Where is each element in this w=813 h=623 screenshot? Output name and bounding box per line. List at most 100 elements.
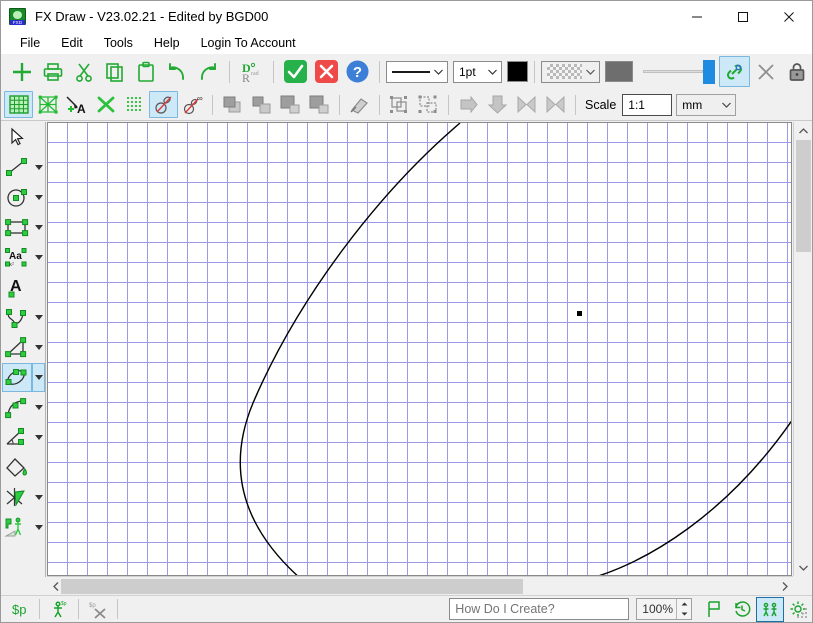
link-styles-icon[interactable] (719, 56, 750, 87)
menu-file[interactable]: File (10, 34, 50, 52)
fill-pattern-select[interactable] (541, 60, 601, 83)
flag-icon[interactable] (700, 597, 728, 622)
new-icon[interactable] (6, 56, 37, 87)
menu-tools[interactable]: Tools (94, 34, 143, 52)
send-to-back-icon[interactable] (305, 91, 334, 118)
help-icon[interactable]: ? (342, 56, 373, 87)
scale-figure-tool[interactable] (2, 512, 45, 542)
units-select[interactable]: mm (676, 93, 737, 116)
bring-forward-icon[interactable] (247, 91, 276, 118)
flip-horizontal-icon[interactable] (512, 91, 541, 118)
ellipse-tool-dropdown[interactable] (32, 362, 45, 392)
people-icon[interactable] (756, 596, 784, 622)
arc-tool-dropdown[interactable] (32, 393, 45, 422)
zoom-control[interactable]: 100% (636, 598, 692, 620)
undo-icon[interactable] (161, 56, 192, 87)
paste-icon[interactable] (130, 56, 161, 87)
zoom-stepper[interactable] (676, 599, 691, 619)
text-box-icon[interactable]: Aa x² (2, 243, 32, 272)
parameter-link-icon[interactable]: $p (45, 597, 73, 622)
line-tool[interactable] (2, 152, 45, 182)
align-bottom-icon[interactable] (483, 91, 512, 118)
grid-icon[interactable] (4, 91, 33, 118)
cancel-icon[interactable] (311, 56, 342, 87)
paint-bucket-icon[interactable] (2, 453, 32, 482)
curve-tool-dropdown[interactable] (32, 303, 45, 332)
textbox-tool[interactable]: Aa x² (2, 242, 45, 272)
chevron-down-icon[interactable] (794, 559, 812, 576)
degrees-radians-icon[interactable]: D R rad (236, 56, 267, 87)
redo-icon[interactable] (192, 56, 223, 87)
text-tool[interactable]: A (2, 272, 45, 302)
chevron-right-icon[interactable] (776, 577, 793, 595)
align-right-icon[interactable] (454, 91, 483, 118)
vertical-scrollbar[interactable] (793, 122, 812, 576)
delete-icon[interactable] (91, 91, 120, 118)
scale-figure-icon[interactable] (2, 513, 32, 542)
parameter-icon[interactable]: $p (6, 597, 34, 622)
text-icon[interactable]: A (2, 273, 32, 302)
add-label-icon[interactable]: A (62, 91, 91, 118)
spin-up-icon[interactable] (677, 599, 691, 609)
construction-tool[interactable] (2, 482, 45, 512)
scale-input[interactable]: 1:1 (622, 93, 673, 116)
vertical-scrollbar-thumb[interactable] (796, 140, 811, 252)
minimize-icon[interactable] (674, 1, 720, 32)
construction-icon[interactable] (2, 483, 32, 512)
angle-tool-dropdown[interactable] (32, 423, 45, 452)
parameter-clear-icon[interactable]: $p (84, 597, 112, 622)
point-marker[interactable] (577, 311, 582, 316)
fill-color-swatch[interactable] (605, 61, 634, 82)
format-painter-icon[interactable] (345, 91, 374, 118)
polygon-tool-dropdown[interactable] (32, 333, 45, 362)
ellipse-tool[interactable] (2, 362, 45, 392)
construction-tool-dropdown[interactable] (32, 483, 45, 512)
close-icon[interactable] (766, 1, 812, 32)
unlink-styles-icon[interactable] (750, 56, 781, 87)
horizontal-scrollbar[interactable] (47, 576, 793, 595)
send-backward-icon[interactable] (276, 91, 305, 118)
arc-large-left[interactable] (239, 123, 461, 576)
circle-tool-dropdown[interactable] (32, 183, 45, 212)
ellipse-icon[interactable] (2, 362, 32, 392)
snap-infinite-icon[interactable]: ∞ (178, 91, 207, 118)
angle-tool[interactable] (2, 422, 45, 452)
copy-icon[interactable] (99, 56, 130, 87)
line-width-select[interactable]: 1pt (453, 60, 502, 83)
curve-tool[interactable] (2, 302, 45, 332)
history-icon[interactable] (728, 597, 756, 622)
drawing-canvas[interactable] (47, 122, 792, 576)
slider-knob[interactable] (703, 59, 716, 84)
maximize-icon[interactable] (720, 1, 766, 32)
textbox-tool-dropdown[interactable] (32, 243, 45, 272)
circle-icon[interactable] (2, 183, 32, 212)
fill-tool[interactable] (2, 452, 45, 482)
line-color-swatch[interactable] (506, 61, 529, 82)
curve-icon[interactable] (2, 303, 32, 332)
group-icon[interactable] (385, 91, 414, 118)
menu-login-to-account[interactable]: Login To Account (191, 34, 306, 52)
select-tool[interactable] (2, 122, 45, 152)
arc-lower-right[interactable] (585, 419, 792, 576)
arc-icon[interactable] (2, 393, 32, 422)
line-icon[interactable] (2, 153, 32, 182)
lock-icon[interactable] (781, 56, 812, 87)
print-icon[interactable] (37, 56, 68, 87)
ungroup-icon[interactable] (414, 91, 443, 118)
line-tool-dropdown[interactable] (32, 153, 45, 182)
flip-vertical-icon[interactable] (541, 91, 570, 118)
cut-icon[interactable] (68, 56, 99, 87)
accept-icon[interactable] (280, 56, 311, 87)
rectangle-tool[interactable] (2, 212, 45, 242)
arc-tool[interactable] (2, 392, 45, 422)
menu-help[interactable]: Help (144, 34, 190, 52)
chevron-up-icon[interactable] (794, 122, 812, 139)
rectangle-tool-dropdown[interactable] (32, 213, 45, 242)
snap-object-icon[interactable] (149, 91, 178, 118)
angle-icon[interactable] (2, 423, 32, 452)
transparency-slider[interactable] (643, 59, 716, 84)
snap-grid-icon[interactable] (33, 91, 62, 118)
bring-to-front-icon[interactable] (218, 91, 247, 118)
dot-grid-icon[interactable] (120, 91, 149, 118)
menu-edit[interactable]: Edit (51, 34, 93, 52)
